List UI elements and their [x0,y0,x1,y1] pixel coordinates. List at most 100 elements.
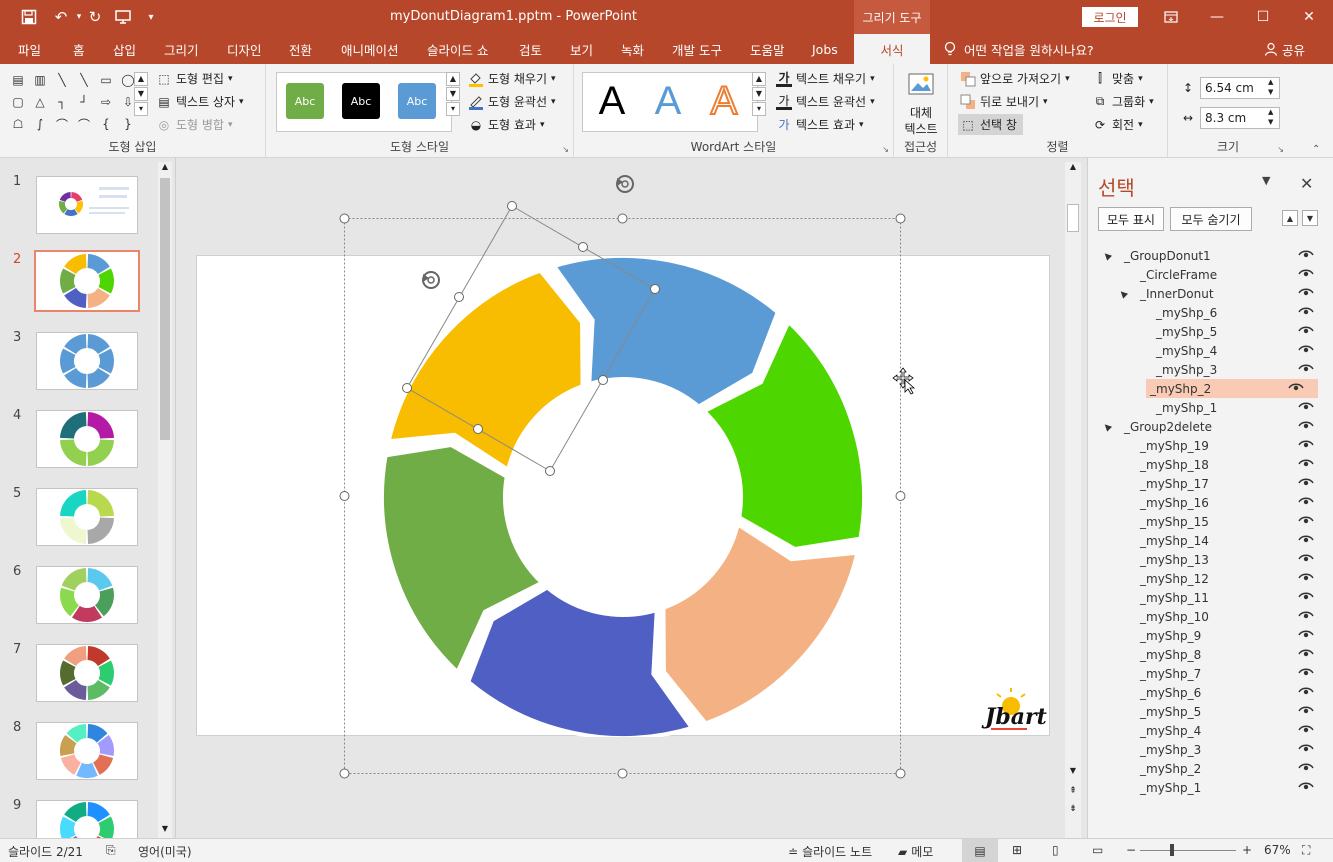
tell-me-search[interactable]: 어떤 작업을 원하시나요? [944,34,1094,64]
edit-shape-button[interactable]: ⬚ 도형 편집 ▾ [156,70,232,87]
zoom-level[interactable]: 67% [1264,843,1291,857]
slide-thumbnail[interactable]: 8 [0,704,160,780]
visibility-eye-icon[interactable] [1298,343,1314,355]
arc-shape-icon[interactable]: ⌒ [54,116,70,132]
rectangle-shape-icon[interactable]: ▭ [98,72,114,88]
slide-preview[interactable] [36,176,138,234]
selection-item[interactable]: _myShp_13 [1098,550,1318,569]
selection-item[interactable]: _myShp_6 [1098,683,1318,702]
visibility-eye-icon[interactable] [1298,533,1314,545]
selection-item[interactable]: _myShp_2 [1146,379,1318,398]
selection-item[interactable]: _myShp_18 [1098,455,1318,474]
customize-icon[interactable]: ▾ [140,6,162,28]
visibility-eye-icon[interactable] [1298,647,1314,659]
normal-view-icon[interactable]: ▤ [962,839,998,862]
slide-thumbnail[interactable]: 4 [0,392,160,468]
login-button[interactable]: 로그인 [1082,7,1138,27]
selection-item[interactable]: _myShp_1 [1098,778,1318,797]
selection-item[interactable]: _myShp_9 [1098,626,1318,645]
selection-item[interactable]: _myShp_14 [1098,531,1318,550]
selection-item[interactable]: ▲ _InnerDonut [1098,284,1318,303]
tab-developer[interactable]: 개발 도구 [672,34,722,64]
slide-preview[interactable] [36,722,138,780]
thumbnail-scroll-thumb[interactable] [160,178,170,440]
freeform-shape-icon[interactable]: ☖ [10,116,26,132]
selection-item[interactable]: _myShp_3 [1098,360,1318,379]
tab-home[interactable]: 홈 [73,34,85,64]
visibility-eye-icon[interactable] [1298,666,1314,678]
height-spinner[interactable]: ▲ ▼ [1268,77,1273,97]
slide-thumbnail[interactable]: 7 [0,626,160,702]
selection-item[interactable]: _myShp_15 [1098,512,1318,531]
pane-options-icon[interactable]: ▼ [1262,174,1270,187]
visibility-eye-icon[interactable] [1298,742,1314,754]
tab-slideshow[interactable]: 슬라이드 쇼 [427,34,488,64]
text-fill-button[interactable]: 가 텍스트 채우기 ▾ [776,70,875,87]
next-slide-icon[interactable]: ⇟ [1065,804,1081,818]
scroll-up-icon[interactable]: ▲ [158,162,172,176]
selection-item[interactable]: _myShp_10 [1098,607,1318,626]
left-brace-shape-icon[interactable]: { [98,116,114,132]
selection-item[interactable]: _myShp_6 [1098,303,1318,322]
visibility-eye-icon[interactable] [1298,419,1314,431]
thumbnail-scrollbar[interactable]: ▲ ▼ [158,162,172,838]
visibility-eye-icon[interactable] [1298,552,1314,564]
group-resize-handles[interactable] [339,213,906,779]
slide-thumbnail[interactable]: 6 [0,548,160,624]
tab-design[interactable]: 디자인 [227,34,262,64]
slide-preview[interactable] [36,488,138,546]
save-icon[interactable] [18,6,40,28]
visibility-eye-icon[interactable] [1298,476,1314,488]
visibility-eye-icon[interactable] [1288,381,1304,393]
selection-item[interactable]: _myShp_3 [1098,740,1318,759]
tab-format[interactable]: 서식 [854,34,930,64]
slide-thumbnail[interactable]: 5 [0,470,160,546]
visibility-eye-icon[interactable] [1298,362,1314,374]
scroll-up-icon[interactable]: ▲ [1065,162,1081,176]
dialog-launcher-icon[interactable]: ↘ [882,145,889,154]
visibility-eye-icon[interactable] [1298,685,1314,697]
close-icon[interactable]: ✕ [1294,5,1324,29]
comments-button[interactable]: ▰ 메모 [898,843,933,860]
shape-gallery-scroll[interactable]: ▲ ▼ ▾ [134,72,154,118]
visibility-eye-icon[interactable] [1298,761,1314,773]
visibility-eye-icon[interactable] [1298,305,1314,317]
elbow-connector-shape-icon[interactable]: ┐ [54,94,70,110]
triangle-shape-icon[interactable]: △ [32,94,48,110]
shape-resize-handles[interactable] [402,201,660,476]
collapse-ribbon-icon[interactable]: ⌃ [1312,144,1320,155]
shape-style-scroll[interactable]: ▲ ▼ ▾ [446,72,466,118]
selection-item[interactable]: _myShp_8 [1098,645,1318,664]
visibility-eye-icon[interactable] [1298,457,1314,469]
selection-item[interactable]: _myShp_5 [1098,322,1318,341]
wordart-preset-orange-outline[interactable]: A [699,75,749,127]
send-backward-button[interactable]: 뒤로 보내기 ▾ [960,93,1048,110]
vertical-textbox-shape-icon[interactable]: ▥ [32,72,48,88]
tab-insert[interactable]: 삽입 [113,34,136,64]
slide-sorter-icon[interactable]: ⊞ [1012,843,1022,857]
group-rotate-handle[interactable] [616,175,634,193]
curve-shape-icon[interactable]: ⌒ [76,116,92,132]
dialog-launcher-icon[interactable]: ↘ [1277,145,1284,154]
slide-canvas[interactable]: Jbart ▲ ▼ ⇞ ⇟ [177,158,1082,838]
visibility-eye-icon[interactable] [1298,438,1314,450]
selection-item[interactable]: ▲ _GroupDonut1 [1098,246,1318,265]
group-button[interactable]: ⧉ 그룹화 ▾ [1092,93,1154,110]
merge-shapes-button[interactable]: ◎ 도형 병합 ▾ [156,116,233,133]
shape-effects-button[interactable]: ◒ 도형 효과 ▾ [468,116,545,133]
text-outline-button[interactable]: 가 텍스트 윤곽선 ▾ [776,93,875,110]
bring-forward-button[interactable]: 앞으로 가져오기 ▾ [960,70,1070,87]
shape-style-preset-2[interactable]: Abc [342,83,380,119]
text-effects-button[interactable]: 가 텍스트 효과 ▾ [776,116,863,133]
zoom-slider-thumb[interactable] [1170,844,1174,856]
canvas-scroll-thumb[interactable] [1067,204,1079,232]
share-button[interactable]: 공유 [1264,34,1305,64]
language-indicator[interactable]: 영어(미국) [138,843,192,860]
present-icon[interactable] [112,6,134,28]
visibility-eye-icon[interactable] [1298,400,1314,412]
slide-thumbnail[interactable]: 3 [0,314,160,390]
selection-item[interactable]: _myShp_5 [1098,702,1318,721]
minimize-icon[interactable]: — [1202,5,1232,29]
redo-icon[interactable]: ↻ [84,6,106,28]
shape-rotate-handle[interactable] [422,271,440,289]
